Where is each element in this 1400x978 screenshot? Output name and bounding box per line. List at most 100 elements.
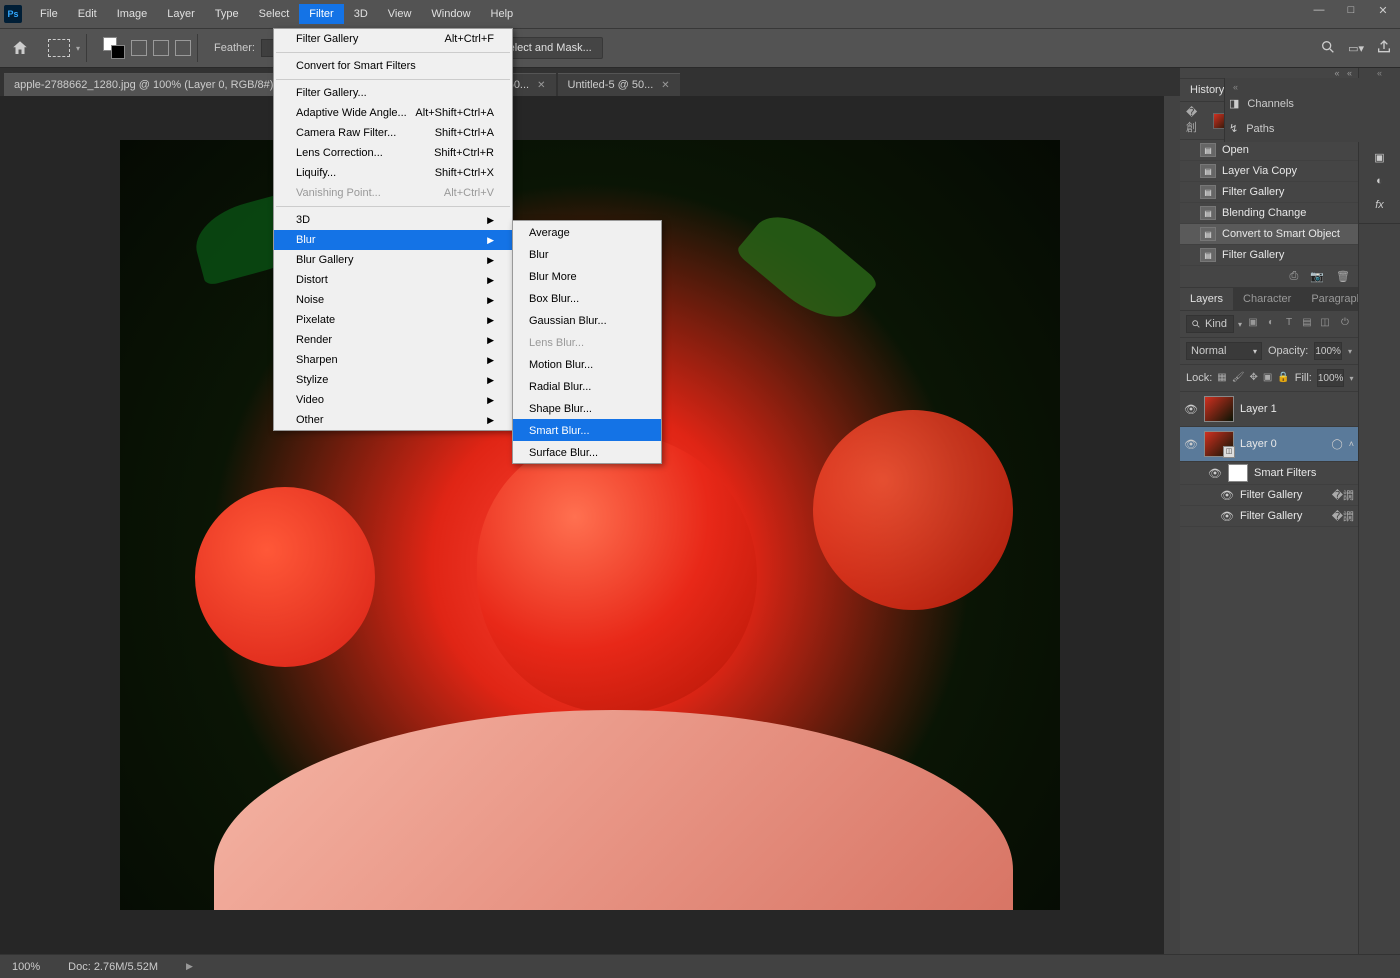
filter-blending-icon[interactable]: �譋	[1332, 508, 1354, 524]
strip-collapse-handle-2[interactable]: «	[1225, 82, 1400, 92]
menu-item[interactable]: Lens Correction...Shift+Ctrl+R	[274, 143, 512, 163]
menu-item[interactable]: Noise▶	[274, 290, 512, 310]
tool-preset[interactable]: ▾	[42, 34, 87, 62]
channels-panel-button[interactable]: ◨ Channels	[1225, 92, 1400, 115]
menu-item[interactable]: Render▶	[274, 330, 512, 350]
opacity-input[interactable]: 100%	[1314, 342, 1342, 360]
menu-type[interactable]: Type	[205, 4, 249, 24]
menu-file[interactable]: File	[30, 4, 68, 24]
menu-filter[interactable]: Filter	[299, 4, 343, 24]
panel-tab-layers[interactable]: Layers	[1180, 288, 1233, 310]
menu-item[interactable]: Box Blur...	[513, 287, 661, 309]
menu-item[interactable]: Filter Gallery...	[274, 83, 512, 103]
visibility-toggle[interactable]: 👁	[1220, 489, 1234, 502]
menu-item[interactable]: Motion Blur...	[513, 353, 661, 375]
lock-image-icon[interactable]: 🖌	[1232, 372, 1245, 385]
menu-item[interactable]: Gaussian Blur...	[513, 309, 661, 331]
history-state[interactable]: ▤Blending Change	[1180, 203, 1358, 224]
history-state[interactable]: ▤Convert to Smart Object	[1180, 224, 1358, 245]
menu-item[interactable]: Filter GalleryAlt+Ctrl+F	[274, 29, 512, 49]
maximize-button[interactable]: □	[1342, 4, 1360, 17]
menu-item[interactable]: Other▶	[274, 410, 512, 430]
menu-item[interactable]: Video▶	[274, 390, 512, 410]
create-document-icon[interactable]: ⎙	[1290, 270, 1299, 283]
menu-item[interactable]: Camera Raw Filter...Shift+Ctrl+A	[274, 123, 512, 143]
menu-item[interactable]: Average	[513, 221, 661, 243]
menu-layer[interactable]: Layer	[157, 4, 205, 24]
workspace-icon[interactable]: ▭▾	[1348, 42, 1364, 55]
menu-item[interactable]: Blur More	[513, 265, 661, 287]
smart-filter-item[interactable]: 👁 Filter Gallery �譋	[1180, 485, 1358, 506]
adjustments-icon[interactable]: ◐	[1359, 169, 1400, 193]
menu-3d[interactable]: 3D	[344, 4, 378, 24]
libraries-icon[interactable]: ▣	[1359, 145, 1400, 169]
filter-shape-icon[interactable]: ▤	[1300, 317, 1314, 331]
menu-item[interactable]: Distort▶	[274, 270, 512, 290]
close-button[interactable]: ✕	[1374, 4, 1392, 17]
close-tab-icon[interactable]: ✕	[661, 80, 669, 91]
home-button[interactable]	[8, 36, 32, 60]
visibility-toggle[interactable]: 👁	[1184, 438, 1198, 451]
menu-item[interactable]: Sharpen▶	[274, 350, 512, 370]
panel-tab-character[interactable]: Character	[1233, 288, 1301, 310]
panel-collapse-handle[interactable]: « «	[1180, 68, 1358, 78]
close-tab-icon[interactable]: ✕	[537, 80, 545, 91]
filter-pixel-icon[interactable]: ▣	[1246, 317, 1260, 331]
menu-item[interactable]: 3D▶	[274, 210, 512, 230]
layer-row[interactable]: 👁 Layer 1	[1180, 392, 1358, 427]
menu-view[interactable]: View	[378, 4, 422, 24]
filter-toggle[interactable]: ⏻	[1338, 317, 1352, 331]
document-tab[interactable]: apple-2788662_1280.jpg @ 100% (Layer 0, …	[4, 73, 307, 96]
menu-image[interactable]: Image	[107, 4, 158, 24]
menu-item[interactable]: Smart Blur...	[513, 419, 661, 441]
layer-name[interactable]: Layer 1	[1240, 403, 1277, 415]
lock-artboard-icon[interactable]: ▣	[1263, 372, 1272, 385]
blend-mode-select[interactable]: Normal▾	[1186, 342, 1262, 360]
menu-item[interactable]: Pixelate▶	[274, 310, 512, 330]
share-icon[interactable]	[1376, 39, 1392, 58]
menu-select[interactable]: Select	[249, 4, 300, 24]
filter-adjust-icon[interactable]: ◐	[1264, 317, 1278, 331]
smart-filter-item[interactable]: 👁 Filter Gallery �譋	[1180, 506, 1358, 527]
snapshot-icon[interactable]: 📷	[1310, 270, 1324, 283]
menu-item[interactable]: Convert for Smart Filters	[274, 56, 512, 76]
visibility-toggle[interactable]: 👁	[1184, 403, 1198, 416]
lock-all-icon[interactable]: 🔒	[1277, 372, 1289, 385]
visibility-toggle[interactable]: 👁	[1220, 510, 1234, 523]
menu-edit[interactable]: Edit	[68, 4, 107, 24]
history-state[interactable]: ▤Filter Gallery	[1180, 182, 1358, 203]
delete-state-icon[interactable]: 🗑	[1336, 270, 1350, 283]
history-state[interactable]: ▤Open	[1180, 140, 1358, 161]
layer-filter-kind[interactable]: Kind	[1186, 315, 1234, 333]
layer-row[interactable]: 👁 ◫ Layer 0 ◯ ˄	[1180, 427, 1358, 462]
menu-item[interactable]: Stylize▶	[274, 370, 512, 390]
document-tab[interactable]: Untitled-5 @ 50...✕	[558, 73, 680, 96]
filter-type-icon[interactable]: T	[1282, 317, 1296, 331]
smart-filters-header[interactable]: 👁 Smart Filters	[1180, 462, 1358, 485]
minimize-button[interactable]: —	[1310, 4, 1328, 17]
selection-subtract-icon[interactable]	[153, 40, 169, 56]
menu-item[interactable]: Liquify...Shift+Ctrl+X	[274, 163, 512, 183]
styles-icon[interactable]: fx	[1359, 193, 1400, 217]
fill-input[interactable]: 100%	[1317, 369, 1345, 387]
selection-new-icon[interactable]	[103, 37, 125, 59]
expand-icon[interactable]: ˄	[1349, 439, 1354, 449]
vertical-scrollbar[interactable]	[1164, 96, 1180, 954]
paths-panel-button[interactable]: ↯ Paths	[1225, 117, 1400, 140]
menu-item[interactable]: Adaptive Wide Angle...Alt+Shift+Ctrl+A	[274, 103, 512, 123]
lock-position-icon[interactable]: ✥	[1249, 372, 1257, 385]
layer-name[interactable]: Layer 0	[1240, 438, 1277, 450]
doc-info-arrow[interactable]: ▶	[186, 961, 193, 972]
menu-item[interactable]: Surface Blur...	[513, 441, 661, 463]
menu-item[interactable]: Radial Blur...	[513, 375, 661, 397]
doc-info[interactable]: Doc: 2.76M/5.52M	[68, 961, 158, 973]
history-state[interactable]: ▤Layer Via Copy	[1180, 161, 1358, 182]
filter-smart-icon[interactable]: ◫	[1318, 317, 1332, 331]
filter-blending-icon[interactable]: �譋	[1332, 487, 1354, 503]
menu-item[interactable]: Blur	[513, 243, 661, 265]
search-icon[interactable]	[1320, 39, 1336, 58]
lock-transparency-icon[interactable]: ▦	[1217, 372, 1226, 385]
selection-intersect-icon[interactable]	[175, 40, 191, 56]
strip-collapse-handle[interactable]: «	[1359, 68, 1400, 78]
history-state[interactable]: ▤Filter Gallery	[1180, 245, 1358, 266]
